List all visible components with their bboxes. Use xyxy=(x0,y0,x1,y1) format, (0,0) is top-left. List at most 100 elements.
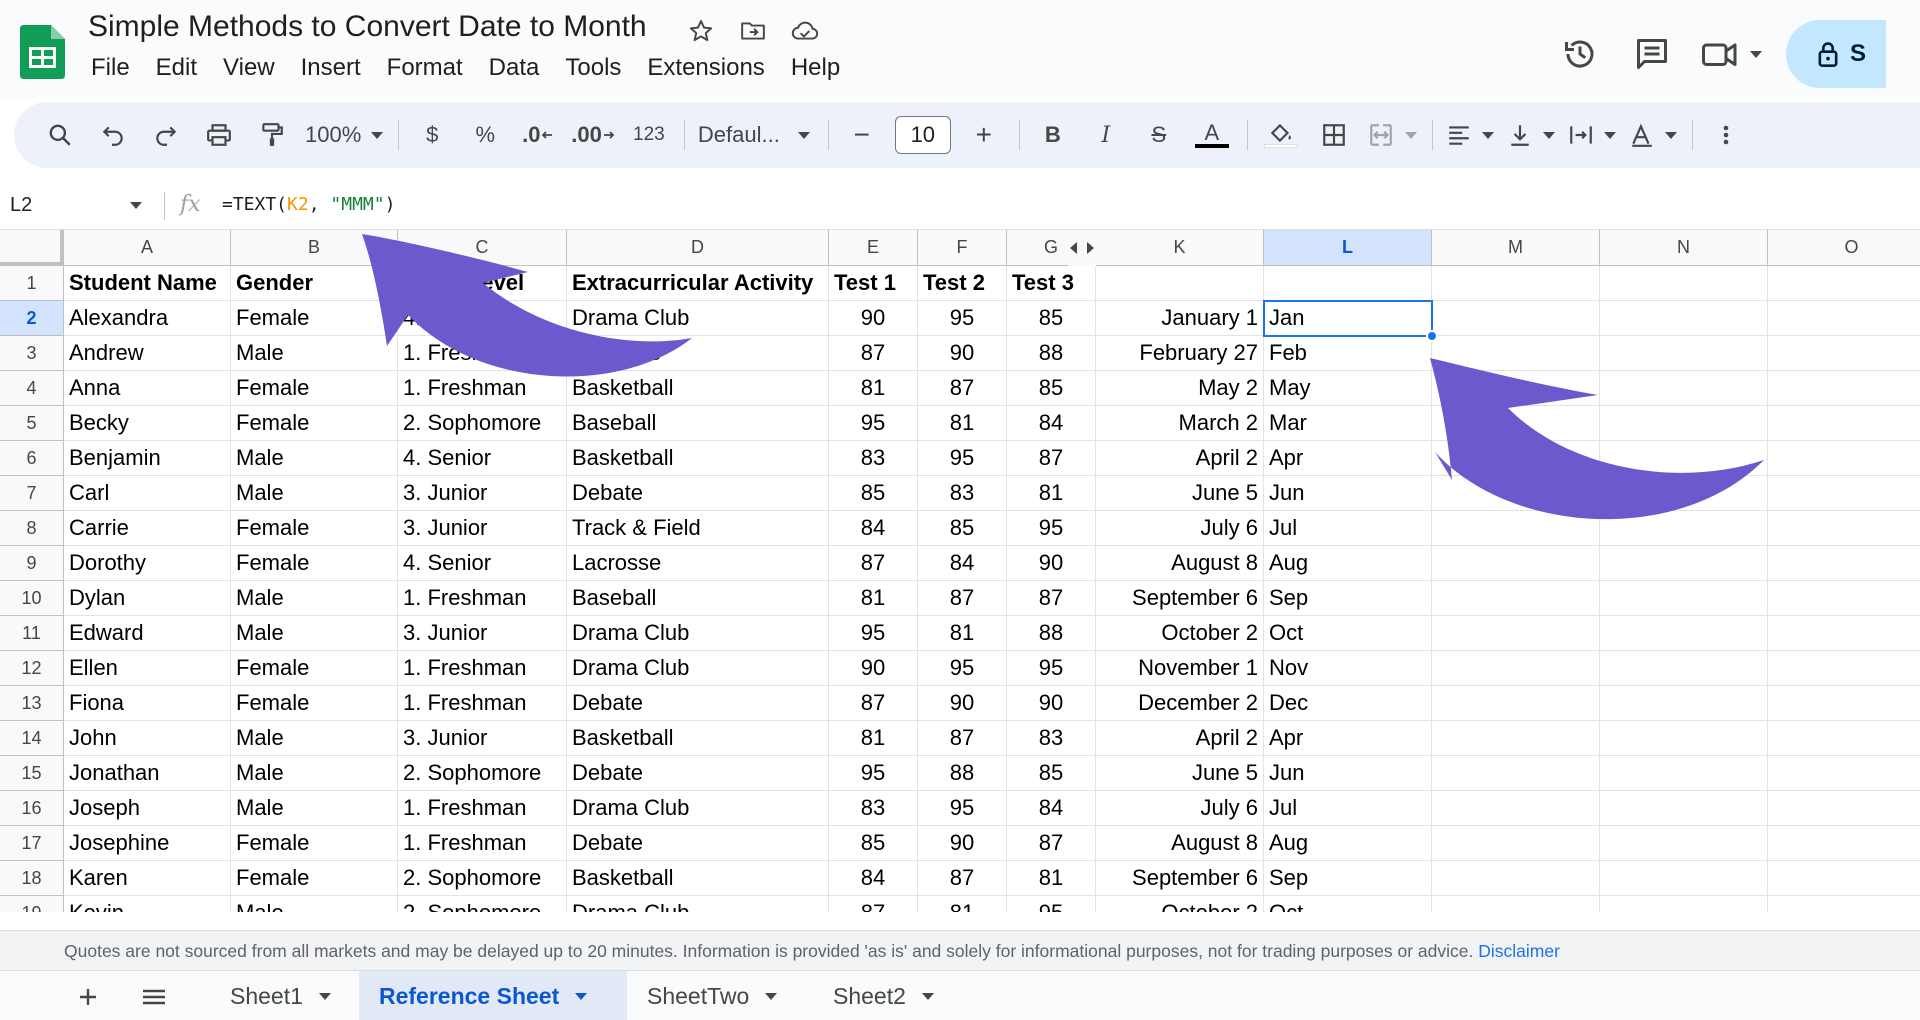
grid-cell[interactable]: 87 xyxy=(918,581,1007,616)
grid-cell[interactable]: November 1 xyxy=(1096,651,1264,686)
grid-cell[interactable] xyxy=(1600,651,1768,686)
header-cell[interactable] xyxy=(1096,266,1264,301)
column-header-f[interactable]: F xyxy=(918,230,1007,266)
grid-cell[interactable]: Male xyxy=(231,581,398,616)
grid-cell[interactable]: Joseph xyxy=(64,791,231,826)
grid-cell[interactable]: Andrew xyxy=(64,336,231,371)
grid-cell[interactable]: 3. Junior xyxy=(398,616,567,651)
grid-cell[interactable]: Male xyxy=(231,336,398,371)
increase-decimal-button[interactable]: .00 xyxy=(571,113,616,157)
cloud-status-icon[interactable] xyxy=(788,14,822,48)
grid-cell[interactable] xyxy=(1432,546,1600,581)
grid-cell[interactable]: 87 xyxy=(829,336,918,371)
menu-view[interactable]: View xyxy=(210,52,288,84)
grid-cell[interactable] xyxy=(1600,826,1768,861)
select-all-corner[interactable] xyxy=(0,230,64,266)
sheet-tab-sheet1[interactable]: Sheet1 xyxy=(210,971,351,1020)
more-options-icon[interactable] xyxy=(1706,113,1746,157)
grid-cell[interactable] xyxy=(1768,371,1920,406)
header-cell[interactable]: Student Name xyxy=(64,266,231,301)
grid-cell[interactable]: 95 xyxy=(918,791,1007,826)
grid-cell[interactable]: 90 xyxy=(1007,686,1096,721)
zoom-select[interactable]: 100% xyxy=(305,113,384,157)
grid-cell[interactable]: February 27 xyxy=(1096,336,1264,371)
grid-cell[interactable]: 81 xyxy=(829,581,918,616)
grid-cell[interactable]: Carrie xyxy=(64,511,231,546)
grid-cell[interactable]: 95 xyxy=(918,651,1007,686)
header-cell[interactable]: Gender xyxy=(231,266,398,301)
grid-cell[interactable]: 87 xyxy=(918,861,1007,896)
merge-cells-icon[interactable] xyxy=(1367,113,1417,157)
percent-format-button[interactable]: % xyxy=(465,113,505,157)
row-header[interactable]: 8 xyxy=(0,511,64,546)
grid-cell[interactable]: Oct xyxy=(1264,896,1432,912)
text-rotation-icon[interactable] xyxy=(1629,113,1677,157)
grid-cell[interactable]: Male xyxy=(231,476,398,511)
grid-cell[interactable] xyxy=(1600,616,1768,651)
column-header-b[interactable]: B xyxy=(231,230,398,266)
row-header[interactable]: 9 xyxy=(0,546,64,581)
grid-cell[interactable]: 90 xyxy=(829,651,918,686)
sheet-tab-sheettwo[interactable]: SheetTwo xyxy=(627,971,797,1020)
grid-cell[interactable] xyxy=(1600,686,1768,721)
menu-tools[interactable]: Tools xyxy=(552,52,634,84)
grid-cell[interactable] xyxy=(1600,301,1768,336)
grid-cell[interactable] xyxy=(1768,301,1920,336)
menu-extensions[interactable]: Extensions xyxy=(634,52,777,84)
grid-cell[interactable]: August 8 xyxy=(1096,826,1264,861)
grid-cell[interactable] xyxy=(1768,616,1920,651)
header-cell[interactable] xyxy=(1768,266,1920,301)
sheets-logo-icon[interactable] xyxy=(20,25,65,79)
column-header-e[interactable]: E xyxy=(829,230,918,266)
grid-cell[interactable]: Mar xyxy=(1264,406,1432,441)
grid-cell[interactable]: Basketball xyxy=(567,721,829,756)
grid-cell[interactable]: Male xyxy=(231,721,398,756)
grid-cell[interactable] xyxy=(1768,441,1920,476)
menu-insert[interactable]: Insert xyxy=(288,52,374,84)
decrease-font-size-button[interactable]: − xyxy=(842,113,882,157)
grid-cell[interactable]: 88 xyxy=(1007,336,1096,371)
grid-cell[interactable]: Baseball xyxy=(567,406,829,441)
grid-cell[interactable]: 4. Senior xyxy=(398,546,567,581)
grid-cell[interactable]: Track & Field xyxy=(567,511,829,546)
grid-cell[interactable]: 1. Freshman xyxy=(398,371,567,406)
grid-cell[interactable]: Female xyxy=(231,371,398,406)
grid-cell[interactable] xyxy=(1432,791,1600,826)
column-header-n[interactable]: N xyxy=(1600,230,1768,266)
hidden-columns-marker[interactable] xyxy=(1068,230,1096,266)
grid-cell[interactable]: Lacrosse xyxy=(567,546,829,581)
grid-cell[interactable]: Debate xyxy=(567,476,829,511)
menu-file[interactable]: File xyxy=(78,52,143,84)
grid-cell[interactable]: Carl xyxy=(64,476,231,511)
column-header-d[interactable]: D xyxy=(567,230,829,266)
grid-cell[interactable]: Karen xyxy=(64,861,231,896)
grid-cell[interactable] xyxy=(1432,721,1600,756)
grid-cell[interactable]: 2. Sophomore xyxy=(398,406,567,441)
grid-cell[interactable]: October 2 xyxy=(1096,616,1264,651)
add-sheet-icon[interactable] xyxy=(70,979,106,1015)
grid-cell[interactable] xyxy=(1432,686,1600,721)
grid-cell[interactable]: Sep xyxy=(1264,861,1432,896)
grid-cell[interactable]: 4. Senior xyxy=(398,441,567,476)
header-cell[interactable]: Test 1 xyxy=(829,266,918,301)
grid-cell[interactable]: Female xyxy=(231,301,398,336)
row-header[interactable]: 10 xyxy=(0,581,64,616)
grid-cell[interactable]: Alexandra xyxy=(64,301,231,336)
row-header[interactable]: 13 xyxy=(0,686,64,721)
grid-cell[interactable] xyxy=(1600,336,1768,371)
grid-cell[interactable]: 1. Freshman xyxy=(398,581,567,616)
grid-cell[interactable] xyxy=(1768,756,1920,791)
grid-cell[interactable] xyxy=(1600,406,1768,441)
grid-cell[interactable] xyxy=(1768,686,1920,721)
sheet-tab-sheet2[interactable]: Sheet2 xyxy=(813,971,954,1020)
grid-cell[interactable]: Debate xyxy=(567,686,829,721)
column-header-o[interactable]: O xyxy=(1768,230,1920,266)
formula-input[interactable]: =TEXT(K2, "MMM") xyxy=(222,194,395,215)
share-button[interactable]: S xyxy=(1786,20,1886,88)
grid-cell[interactable]: Aug xyxy=(1264,826,1432,861)
grid-cell[interactable]: 88 xyxy=(918,756,1007,791)
grid-cell[interactable]: 90 xyxy=(829,301,918,336)
grid-cell[interactable]: Female xyxy=(231,511,398,546)
grid-cell[interactable] xyxy=(1768,511,1920,546)
grid-cell[interactable]: Apr xyxy=(1264,721,1432,756)
